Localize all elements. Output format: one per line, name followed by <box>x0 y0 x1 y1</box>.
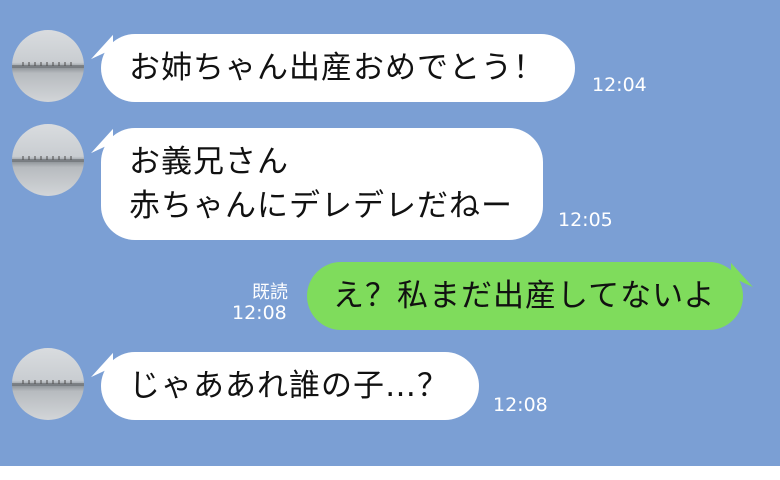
message-timestamp: 12:04 <box>592 74 647 96</box>
read-receipt: 既読 <box>252 282 288 303</box>
message-timestamp: 12:08 <box>493 394 548 416</box>
message-text-line: 赤ちゃんにデレデレだねー <box>129 188 513 224</box>
message-bubble-incoming[interactable]: お姉ちゃん出産おめでとう！ <box>101 34 575 102</box>
message-timestamp: 12:08 <box>232 302 287 324</box>
message-bubble-outgoing[interactable]: え？私まだ出産してないよ <box>307 262 744 330</box>
contact-avatar[interactable] <box>12 30 84 102</box>
contact-avatar[interactable] <box>12 124 84 196</box>
message-text: お姉ちゃん出産おめでとう！ <box>129 50 545 86</box>
message-bubble-incoming[interactable]: お義兄さん 赤ちゃんにデレデレだねー <box>101 128 543 240</box>
message-timestamp: 12:05 <box>558 209 613 231</box>
message-text: じゃああれ誰の子…？ <box>129 368 449 404</box>
chat-area[interactable]: お姉ちゃん出産おめでとう！ 12:04 お義兄さん 赤ちゃんにデレデレだねー 1… <box>0 0 780 466</box>
contact-avatar[interactable] <box>12 348 84 420</box>
message-text: え？私まだ出産してないよ <box>333 278 716 314</box>
avatar-figures <box>22 61 72 66</box>
avatar-figures <box>22 155 72 160</box>
message-bubble-incoming[interactable]: じゃああれ誰の子…？ <box>101 352 479 420</box>
message-text-line: お義兄さん <box>129 144 289 180</box>
avatar-figures <box>22 379 72 384</box>
